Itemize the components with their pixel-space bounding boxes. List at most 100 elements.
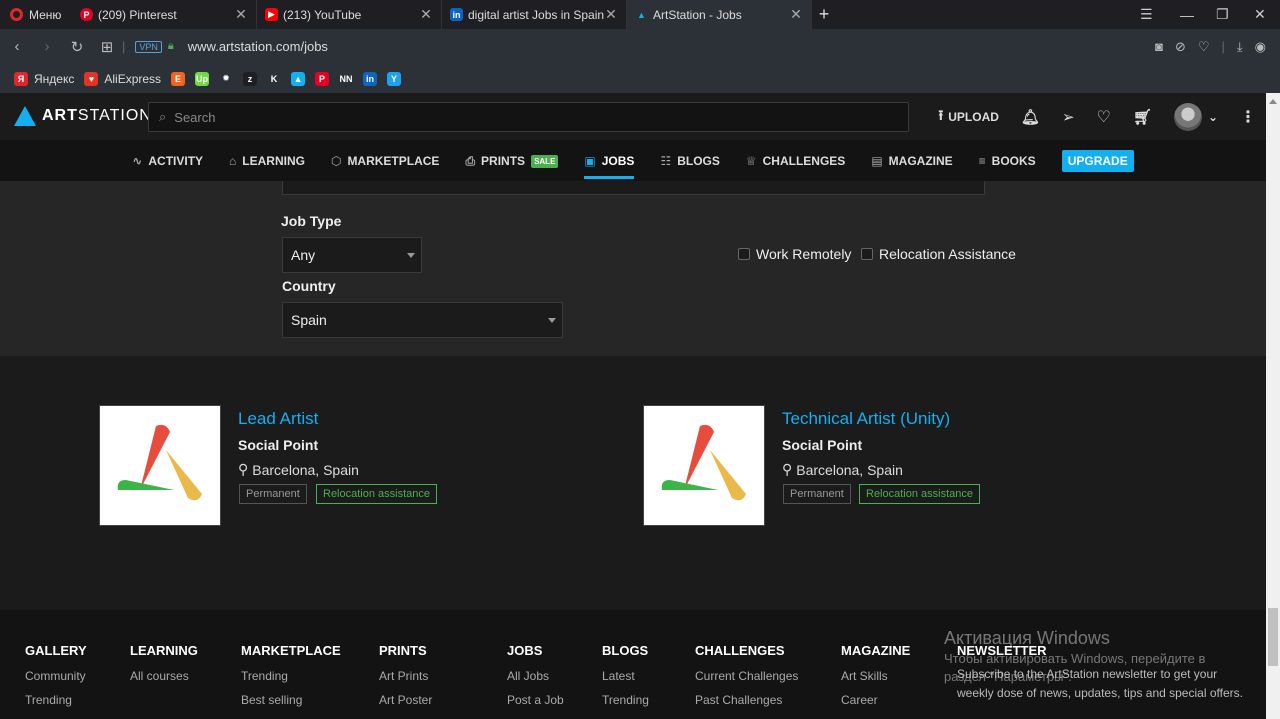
bookmark-item[interactable]: z (243, 71, 258, 86)
camera-icon[interactable]: ◙ (1155, 39, 1163, 54)
nav-marketplace[interactable]: ⬡ MARKETPLACE (331, 141, 439, 181)
close-icon[interactable]: ✕ (604, 6, 618, 23)
more-icon[interactable]: ⋮ (1240, 107, 1256, 127)
adblock-icon[interactable]: ⊘ (1175, 39, 1186, 55)
close-icon[interactable]: ✕ (419, 6, 433, 23)
footer-link[interactable]: Art Poster (379, 693, 432, 707)
back-button[interactable]: ‹ (2, 38, 32, 55)
bell-icon[interactable]: 🔔︎ (1021, 108, 1040, 126)
nav-magazine[interactable]: ▤ MAGAZINE (871, 141, 952, 181)
nav-jobs[interactable]: ▣ JOBS (584, 141, 635, 181)
tab-linkedin[interactable]: in digital artist Jobs in Spain | ✕ (442, 0, 627, 29)
footer-link[interactable]: Current Challenges (695, 669, 798, 683)
bookmark-item[interactable]: Y (387, 71, 402, 86)
heart-icon[interactable]: ♡ (1198, 39, 1210, 55)
search-filter-field[interactable] (282, 181, 985, 195)
bookmark-item[interactable]: P (315, 71, 330, 86)
account-icon[interactable]: ◉ (1255, 39, 1266, 55)
bookmark-item[interactable]: ▲ (291, 71, 306, 86)
nav-prints[interactable]: ⎙ PRINTS SALE (465, 141, 559, 181)
relocation-checkbox[interactable]: Relocation Assistance (861, 246, 1016, 262)
bookmark-item[interactable]: Up (195, 71, 210, 86)
tab-title: (213) YouTube (283, 7, 362, 22)
lock-icon[interactable]: 🔒︎ (168, 40, 174, 53)
footer-link[interactable]: Best selling (241, 693, 341, 707)
work-remotely-checkbox[interactable]: Work Remotely (738, 246, 851, 262)
opera-menu-button[interactable]: Меню (0, 0, 72, 29)
footer-heading: BLOGS (602, 643, 649, 658)
footer-col-blogs: BLOGS Latest Trending (602, 643, 649, 717)
company-logo[interactable] (643, 405, 765, 526)
nav-books[interactable]: ≡ BOOKS (979, 141, 1036, 181)
footer-link[interactable]: All Jobs (507, 669, 564, 683)
upgrade-label: UPGRADE (1061, 150, 1134, 172)
footer-link[interactable]: Trending (602, 693, 649, 707)
footer-link[interactable]: Trending (25, 693, 87, 707)
cart-icon[interactable]: 🛒︎ (1133, 108, 1152, 126)
bookmark-label: Яндекс (34, 71, 75, 86)
upload-icon: ⭱ (938, 107, 944, 123)
footer-link[interactable]: Art Prints (379, 669, 432, 683)
url-field[interactable]: www.artstation.com/jobs (188, 39, 328, 54)
footer-link[interactable]: Latest (602, 669, 649, 683)
upload-button[interactable]: ⭱ UPLOAD (938, 105, 999, 129)
tab-youtube[interactable]: ▶ (213) YouTube ✕ (257, 0, 442, 29)
social-point-logo-icon (661, 424, 746, 501)
footer-link[interactable]: Career (841, 693, 910, 707)
close-icon[interactable]: ✕ (789, 6, 803, 23)
job-type-select[interactable]: Any (282, 237, 422, 273)
tag-permanent: Permanent (239, 484, 307, 504)
artstation-logo[interactable]: ARTSTATION (14, 106, 152, 126)
footer-col-gallery: GALLERY Community Trending (25, 643, 87, 717)
vpn-badge[interactable]: VPN (135, 40, 162, 53)
forward-button[interactable]: › (32, 38, 62, 55)
bookmark-item[interactable]: NN (339, 71, 354, 86)
bookmark-item[interactable]: ♥ AliExpress (84, 71, 161, 86)
bookmark-item[interactable]: Я Яндекс (14, 71, 75, 86)
scrollbar-thumb[interactable] (1268, 608, 1278, 666)
bookmark-item[interactable]: in (363, 71, 378, 86)
z-icon: z (243, 71, 258, 86)
address-bar: ‹ › ↻ ⊞ | VPN 🔒︎ www.artstation.com/jobs… (0, 29, 1280, 64)
footer-link[interactable]: Community (25, 669, 87, 683)
search-input[interactable]: ⌕ Search (148, 102, 909, 132)
minimize-button[interactable]: — (1180, 0, 1194, 29)
job-title-link[interactable]: Technical Artist (Unity) (782, 409, 950, 429)
bookmark-item[interactable]: ✹ (219, 71, 234, 86)
nav-activity[interactable]: ∿ ACTIVITY (132, 141, 203, 181)
download-icon[interactable]: ⤓ (1237, 39, 1243, 55)
nav-blogs[interactable]: ☷ BLOGS (660, 141, 719, 181)
nav-challenges[interactable]: ♕ CHALLENGES (746, 141, 845, 181)
company-logo[interactable] (99, 405, 221, 526)
youtube-icon: ▶ (265, 8, 278, 21)
bookmark-item[interactable]: K (267, 71, 282, 86)
reload-button[interactable]: ↻ (62, 38, 92, 56)
nav-learning[interactable]: ⌂ LEARNING (229, 141, 305, 181)
send-icon[interactable]: ➢ (1062, 108, 1075, 126)
footer-link[interactable]: Trending (241, 669, 341, 683)
scrollbar[interactable] (1266, 93, 1280, 719)
close-icon[interactable]: ✕ (234, 6, 248, 23)
footer-link[interactable]: Past Challenges (695, 693, 798, 707)
tab-menu-icon[interactable]: ☰ (1140, 0, 1153, 29)
heart-icon[interactable]: ♡ (1097, 107, 1111, 127)
nav-label: JOBS (601, 154, 635, 168)
scroll-up-arrow-icon[interactable] (1269, 99, 1277, 104)
footer-heading: LEARNING (130, 643, 198, 658)
tab-title: digital artist Jobs in Spain | (468, 7, 604, 22)
job-title-link[interactable]: Lead Artist (238, 409, 318, 429)
upgrade-button[interactable]: UPGRADE (1061, 141, 1134, 181)
tab-pinterest[interactable]: P (209) Pinterest ✕ (72, 0, 257, 29)
speed-dial-icon[interactable]: ⊞ (92, 38, 122, 56)
company-name: Social Point (782, 437, 863, 453)
footer-link[interactable]: Art Skills (841, 669, 910, 683)
footer-link[interactable]: Post a Job (507, 693, 564, 707)
bookmark-item[interactable]: E (171, 71, 186, 86)
tab-artstation[interactable]: ▲ ArtStation - Jobs ✕ (627, 0, 812, 29)
new-tab-button[interactable]: + (812, 4, 836, 25)
close-window-button[interactable]: ✕ (1254, 0, 1266, 29)
restore-button[interactable]: ❐ (1216, 0, 1229, 29)
user-menu[interactable]: ⌄ (1173, 103, 1218, 131)
country-select[interactable]: Spain (282, 302, 563, 338)
footer-link[interactable]: All courses (130, 669, 198, 683)
